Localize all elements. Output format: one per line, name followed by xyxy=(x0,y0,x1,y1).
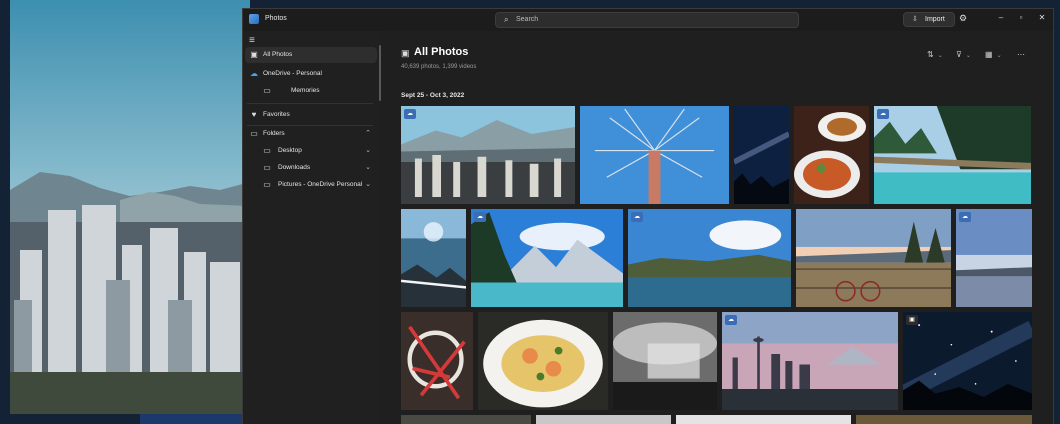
sidebar-item-label: Memories xyxy=(291,87,320,94)
import-label: Import xyxy=(925,16,945,23)
photo-beach-rocks[interactable] xyxy=(401,209,466,307)
chevron-down-icon[interactable]: ⌄ xyxy=(365,163,371,171)
sidebar-item-label: Desktop xyxy=(278,147,302,154)
sidebar-item-label: Pictures - OneDrive Personal xyxy=(278,181,363,188)
page-title: All Photos xyxy=(414,46,469,58)
photo-lake-mountains[interactable]: ☁ xyxy=(471,209,623,307)
date-group-header: Sept 25 - Oct 3, 2022 xyxy=(401,92,465,99)
folder-icon: ▭ xyxy=(263,180,271,189)
sidebar-item-label: OneDrive - Personal xyxy=(263,70,322,77)
onedrive-badge-icon: ☁ xyxy=(631,212,643,222)
chevron-down-icon[interactable]: ⌄ xyxy=(365,180,371,188)
photo-storm-clouds[interactable] xyxy=(613,312,717,410)
photo-row4-1[interactable] xyxy=(401,415,531,424)
filter-icon[interactable]: ⊽ ⌄ xyxy=(956,50,971,59)
photo-sea-hills[interactable]: ☁ xyxy=(628,209,791,307)
photos-icon: ▣ xyxy=(401,48,410,58)
sidebar-item-label: Favorites xyxy=(263,111,290,118)
search-box[interactable]: ⌕ Search xyxy=(495,12,799,28)
sidebar-divider xyxy=(247,103,373,104)
photo-city-mountains[interactable]: ☁ xyxy=(401,106,575,204)
onedrive-badge-icon: ☁ xyxy=(404,109,416,119)
sidebar-item-pictures-onedrive[interactable]: ▭ Pictures - OneDrive Personal ⌄ xyxy=(245,177,377,193)
sidebar-item-favorites[interactable]: ♥ Favorites xyxy=(245,107,377,123)
app-title: Photos xyxy=(265,15,287,22)
maximize-icon[interactable]: ▫ xyxy=(1014,13,1028,22)
search-placeholder: Search xyxy=(516,16,539,23)
onedrive-badge-icon: ☁ xyxy=(959,212,971,222)
close-icon[interactable]: ✕ xyxy=(1035,13,1049,22)
more-icon[interactable]: ⋯ xyxy=(1017,50,1025,59)
photo-pasta-plate[interactable] xyxy=(478,312,608,410)
photo-swing-ride-tower[interactable] xyxy=(580,106,729,204)
sidebar-item-desktop[interactable]: ▭ Desktop ⌄ xyxy=(245,143,377,159)
photos-app-icon xyxy=(249,14,259,24)
title-bar[interactable]: Photos ⌕ Search ⇩ Import ⚙ – ▫ ✕ xyxy=(243,9,1053,31)
photo-row4-2[interactable] xyxy=(536,415,671,424)
photo-food-bowls[interactable] xyxy=(794,106,869,204)
sort-icon[interactable]: ⇅ ⌄ xyxy=(927,50,943,59)
library-count: 40,639 photos, 1,399 videos xyxy=(401,64,477,70)
onedrive-badge-icon: ☁ xyxy=(877,109,889,119)
photo-harbor-dusk[interactable]: ☁ xyxy=(956,209,1032,307)
search-icon: ⌕ xyxy=(504,15,509,24)
photo-red-chair[interactable] xyxy=(401,312,473,410)
sidebar-item-label: Folders xyxy=(263,130,285,137)
photo-night-sky-trees[interactable] xyxy=(734,106,789,204)
sidebar-item-all-photos[interactable]: ▣ All Photos xyxy=(245,47,377,63)
photos-icon: ▣ xyxy=(250,50,258,59)
folder-icon: ▭ xyxy=(250,129,258,138)
onedrive-badge-icon: ☁ xyxy=(725,315,737,325)
chevron-up-icon[interactable]: ⌃ xyxy=(365,129,371,137)
onedrive-badge-icon: ☁ xyxy=(474,212,486,222)
photo-bike-fence[interactable] xyxy=(796,209,951,307)
hamburger-menu-icon[interactable]: ≡ xyxy=(249,35,255,46)
sidebar-item-memories[interactable]: ▭ Memories xyxy=(245,83,377,99)
video-badge-icon: ▣ xyxy=(906,315,918,325)
main-content: ▣ All Photos 40,639 photos, 1,399 videos… xyxy=(381,31,1053,424)
sidebar-item-downloads[interactable]: ▭ Downloads ⌄ xyxy=(245,160,377,176)
photo-seattle-skyline[interactable]: ☁ xyxy=(722,312,898,410)
heart-icon: ♥ xyxy=(251,110,257,119)
sidebar-item-label: Downloads xyxy=(278,164,311,171)
view-icon[interactable]: ▦ ⌄ xyxy=(985,50,1002,59)
photo-row4-3[interactable] xyxy=(676,415,851,424)
memories-icon: ▭ xyxy=(263,86,271,95)
photo-bridge-forest[interactable]: ☁ xyxy=(874,106,1031,204)
chevron-down-icon[interactable]: ⌄ xyxy=(365,146,371,154)
photos-window: Photos ⌕ Search ⇩ Import ⚙ – ▫ ✕ ≡ ▣ All… xyxy=(242,8,1054,424)
sidebar-item-label: All Photos xyxy=(263,51,293,58)
sidebar-item-onedrive[interactable]: ☁ OneDrive - Personal xyxy=(245,66,377,82)
photo-row4-4[interactable] xyxy=(856,415,1032,424)
settings-gear-icon[interactable]: ⚙ xyxy=(959,13,967,24)
sidebar-item-folders[interactable]: ▭ Folders ⌃ xyxy=(245,126,377,142)
photo-milky-way[interactable]: ▣ xyxy=(903,312,1032,410)
cloud-icon: ☁ xyxy=(250,69,258,78)
import-icon: ⇩ xyxy=(912,16,918,23)
folder-icon: ▭ xyxy=(263,146,271,155)
minimize-icon[interactable]: – xyxy=(994,13,1008,22)
sidebar: ≡ ▣ All Photos ☁ OneDrive - Personal ▭ M… xyxy=(243,31,390,424)
import-button[interactable]: ⇩ Import xyxy=(903,12,955,27)
folder-icon: ▭ xyxy=(263,163,271,172)
